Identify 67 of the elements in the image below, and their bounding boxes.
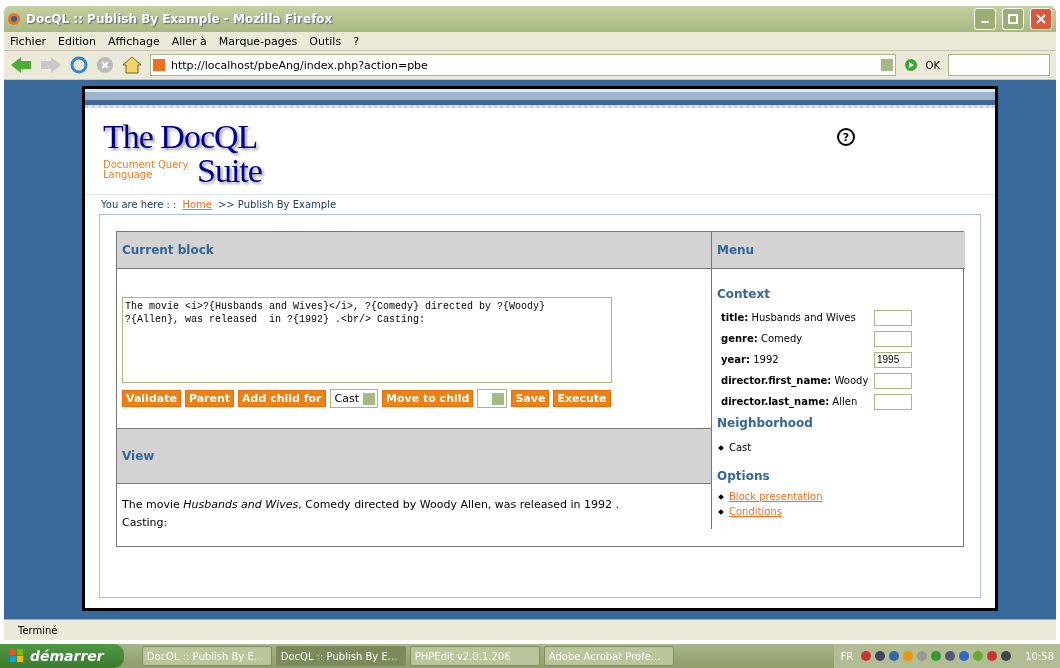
status-text: Terminé xyxy=(18,624,58,636)
context-entry: title: Husbands and Wives xyxy=(721,312,856,323)
home-icon[interactable] xyxy=(122,56,142,74)
windows-logo-icon xyxy=(10,649,24,663)
section-header: Menu xyxy=(711,232,965,269)
subheading: Neighborhood xyxy=(717,416,814,430)
input-field[interactable] xyxy=(874,372,912,389)
menu-item[interactable]: Edition xyxy=(51,34,102,48)
context-entry: genre: Comedy xyxy=(721,333,803,344)
neighbor-item: Cast xyxy=(729,442,752,453)
dropdown-icon[interactable] xyxy=(880,59,893,71)
section-header: Current block xyxy=(117,232,711,269)
site-icon xyxy=(153,59,165,71)
action-button[interactable]: Add child for xyxy=(238,390,326,407)
window-title: DocQL :: Publish By Example - Mozilla Firefox xyxy=(26,12,334,26)
subheading: Options xyxy=(717,469,771,483)
input-field[interactable] xyxy=(874,330,912,347)
minimize-button[interactable] xyxy=(974,8,996,30)
action-button[interactable]: Validate xyxy=(122,390,181,407)
search-field[interactable] xyxy=(948,54,1050,76)
go-label[interactable]: OK xyxy=(925,59,940,71)
bullet-icon xyxy=(718,444,724,451)
taskbar-button[interactable]: DocQL :: Publish By E... xyxy=(275,646,406,666)
menu-item[interactable]: Marque-pages xyxy=(212,34,304,48)
option-link[interactable]: Block presentation xyxy=(729,491,823,502)
action-button[interactable]: Save xyxy=(511,390,550,407)
input-field[interactable] xyxy=(874,393,912,410)
menu-item[interactable]: Outils xyxy=(303,34,348,48)
close-button[interactable] xyxy=(1030,8,1052,30)
view-text: Casting: xyxy=(122,515,169,531)
bullet-icon xyxy=(718,493,724,500)
help-icon[interactable]: ? xyxy=(837,128,855,146)
subheading: Context xyxy=(717,287,771,301)
context-entry: director.last_name: Allen xyxy=(721,396,858,407)
clock: 10:58 xyxy=(1025,650,1054,662)
maximize-icon xyxy=(1008,14,1018,24)
action-button[interactable]: Parent xyxy=(184,390,235,407)
input-field[interactable] xyxy=(874,309,912,326)
address-field[interactable]: http://localhost/pbeAng/index.php?action=pbe xyxy=(150,54,896,76)
breadcrumb-current: >> Publish By Example xyxy=(217,199,337,210)
forward-icon[interactable] xyxy=(40,56,62,74)
start-button[interactable]: démarrer xyxy=(0,644,124,668)
menu-item[interactable]: Aller à xyxy=(165,34,213,48)
browser-icon xyxy=(8,13,20,25)
bullet-icon xyxy=(718,508,724,515)
context-entry: year: 1992 xyxy=(721,354,779,365)
close-icon xyxy=(1036,14,1046,24)
menu-item[interactable]: Affichage xyxy=(102,34,166,48)
menu-item[interactable]: ? xyxy=(347,34,365,48)
view-text: The movie Husbands and Wives, Comedy directed by Woody Allen, was released in 1992 . xyxy=(122,497,620,513)
maximize-button[interactable] xyxy=(1002,8,1024,30)
breadcrumb-label: You are here : : xyxy=(101,199,177,210)
stop-icon[interactable] xyxy=(96,56,114,74)
back-icon[interactable] xyxy=(10,56,32,74)
input-field[interactable]: 1995 xyxy=(874,351,912,368)
context-entry: director.first_name: Woody xyxy=(721,375,869,386)
select-field[interactable]: Cast xyxy=(329,389,378,408)
action-button[interactable]: Move to child xyxy=(382,390,474,407)
section-header: View xyxy=(117,428,711,484)
code-field[interactable]: The movie <i>?{Husbands and Wives}</i>, ?{Comedy} directed by ?{Woody} ?{Allen}, was released in ?{1992} .<br/> Casting: xyxy=(122,297,612,383)
go-icon[interactable] xyxy=(903,58,918,72)
option-link[interactable]: Conditions xyxy=(729,506,782,517)
select-field[interactable] xyxy=(477,389,508,408)
action-button[interactable]: Execute xyxy=(553,390,611,407)
home-link[interactable]: Home xyxy=(182,199,212,210)
menu-item[interactable]: Fichier xyxy=(4,34,52,48)
reload-icon[interactable] xyxy=(70,56,88,74)
